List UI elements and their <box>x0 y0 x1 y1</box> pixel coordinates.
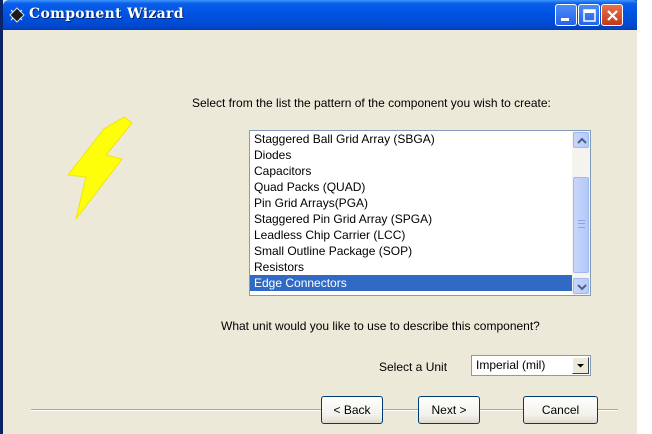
unit-label: Select a Unit <box>379 360 448 374</box>
unit-prompt: What unit would you like to use to descr… <box>221 319 540 333</box>
unit-select[interactable]: Imperial (mil) <box>471 355 591 376</box>
component-wizard-window: Component Wizard Select from the list th… <box>0 0 640 434</box>
close-icon <box>607 10 618 21</box>
component-wizard-icon <box>9 7 25 23</box>
pattern-list-items: Staggered Ball Grid Array (SBGA) Diodes Ca… <box>250 131 572 291</box>
list-item[interactable]: Capacitors <box>250 163 572 179</box>
dropdown-button[interactable] <box>572 357 589 374</box>
list-item[interactable]: Leadless Chip Carrier (LCC) <box>250 227 572 243</box>
scroll-down-button[interactable] <box>573 278 589 294</box>
chevron-up-icon <box>577 137 587 144</box>
chevron-down-icon <box>577 364 584 368</box>
maximize-icon <box>583 9 596 22</box>
scroll-thumb[interactable] <box>573 177 589 273</box>
list-scrollbar[interactable] <box>572 131 590 295</box>
window-title: Component Wizard <box>29 6 184 22</box>
minimize-button[interactable] <box>555 4 577 26</box>
background-strip <box>637 0 652 434</box>
scroll-up-button[interactable] <box>573 132 589 148</box>
dialog-body: Select from the list the pattern of the … <box>6 30 637 434</box>
list-item[interactable]: Staggered Pin Grid Array (SPGA) <box>250 211 572 227</box>
unit-select-value: Imperial (mil) <box>476 358 546 372</box>
minimize-icon <box>561 18 569 21</box>
cancel-button[interactable]: Cancel <box>523 396 598 424</box>
scroll-grip-icon <box>578 220 585 228</box>
maximize-button[interactable] <box>578 4 600 26</box>
title-bar[interactable]: Component Wizard <box>3 0 640 30</box>
list-item[interactable]: Resistors <box>250 259 572 275</box>
back-button[interactable]: < Back <box>321 396 383 424</box>
list-item[interactable]: Small Outline Package (SOP) <box>250 243 572 259</box>
list-item[interactable]: Pin Grid Arrays(PGA) <box>250 195 572 211</box>
list-item[interactable]: Edge Connectors <box>250 275 572 291</box>
pattern-prompt: Select from the list the pattern of the … <box>192 96 551 110</box>
close-button[interactable] <box>601 4 623 26</box>
next-button[interactable]: Next > <box>418 396 480 424</box>
lightning-bolt-icon <box>67 116 133 220</box>
chevron-down-icon <box>577 284 587 291</box>
list-item[interactable]: Quad Packs (QUAD) <box>250 179 572 195</box>
list-item[interactable]: Staggered Ball Grid Array (SBGA) <box>250 131 572 147</box>
list-item[interactable]: Diodes <box>250 147 572 163</box>
component-pattern-list[interactable]: Staggered Ball Grid Array (SBGA) Diodes Ca… <box>249 130 591 296</box>
